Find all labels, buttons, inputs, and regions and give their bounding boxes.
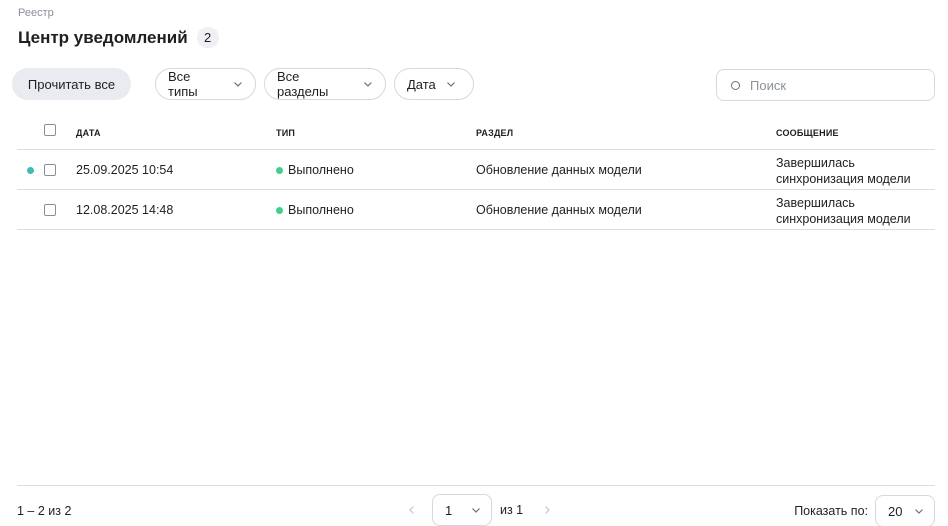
pager: 1 из 1: [400, 494, 559, 526]
row-type-label: Выполнено: [288, 203, 354, 217]
notifications-table: ДАТА ТИП РАЗДЕЛ СООБЩЕНИЕ 25.09.2025 10:…: [17, 114, 935, 230]
column-header-date[interactable]: ДАТА: [76, 128, 101, 138]
page-select[interactable]: 1: [432, 494, 492, 526]
column-header-message[interactable]: СООБЩЕНИЕ: [776, 128, 839, 138]
search-icon: [731, 80, 740, 90]
row-date: 25.09.2025 10:54: [76, 163, 174, 177]
select-all-checkbox[interactable]: [44, 124, 56, 136]
per-page-label: Показать по:: [794, 504, 868, 518]
page-title: Центр уведомлений: [18, 27, 188, 47]
column-header-section[interactable]: РАЗДЕЛ: [476, 128, 513, 138]
search-box[interactable]: [716, 69, 935, 101]
row-section: Обновление данных модели: [476, 203, 642, 217]
row-message: Завершилась синхронизация модели: [776, 155, 926, 187]
prev-page-button[interactable]: [400, 498, 424, 522]
search-input[interactable]: [750, 77, 920, 93]
next-page-button[interactable]: [535, 498, 559, 522]
title-row: Центр уведомлений 2: [18, 27, 219, 48]
toolbar: Прочитать все Все типы Все разделы Дата: [12, 68, 935, 101]
row-type: Выполнено: [276, 163, 354, 177]
sections-filter-label: Все разделы: [277, 69, 329, 99]
date-filter-label: Дата: [407, 76, 436, 92]
per-page-select[interactable]: 20: [875, 495, 935, 526]
status-dot-icon: [276, 206, 283, 214]
per-page-value: 20: [888, 503, 903, 519]
chevron-right-icon: [545, 506, 550, 514]
row-section: Обновление данных модели: [476, 163, 642, 177]
page-count-text: из 1: [500, 503, 524, 517]
row-type-label: Выполнено: [288, 163, 354, 177]
chevron-down-icon: [472, 508, 480, 513]
status-dot-icon: [276, 166, 283, 174]
row-message-line: синхронизация модели: [776, 172, 911, 186]
count-badge: 2: [196, 27, 219, 48]
chevron-down-icon: [364, 82, 372, 87]
types-filter[interactable]: Все типы: [155, 68, 256, 100]
chevron-down-icon: [915, 509, 923, 514]
row-message-line: Завершилась: [776, 156, 855, 170]
column-header-type[interactable]: ТИП: [276, 128, 295, 138]
row-checkbox[interactable]: [44, 164, 56, 176]
read-all-button[interactable]: Прочитать все: [12, 68, 131, 100]
unread-indicator: [27, 167, 34, 174]
row-checkbox[interactable]: [44, 204, 56, 216]
breadcrumb[interactable]: Реестр: [18, 7, 54, 19]
chevron-left-icon: [409, 506, 414, 514]
sections-filter[interactable]: Все разделы: [264, 68, 386, 100]
range-text: 1 – 2 из 2: [17, 504, 72, 518]
row-message: Завершилась синхронизация модели: [776, 195, 926, 227]
row-message-line: Завершилась: [776, 196, 855, 210]
row-date: 12.08.2025 14:48: [76, 203, 174, 217]
table-row[interactable]: 25.09.2025 10:54 Выполнено Обновление да…: [17, 150, 935, 190]
page-select-value: 1: [445, 502, 453, 518]
pagination-footer: 1 – 2 из 2 1 из 1 Показать по: 20: [17, 485, 935, 526]
types-filter-label: Все типы: [168, 69, 198, 99]
table-row[interactable]: 12.08.2025 14:48 Выполнено Обновление да…: [17, 190, 935, 230]
chevron-down-icon: [234, 82, 242, 87]
date-filter[interactable]: Дата: [394, 68, 474, 100]
row-type: Выполнено: [276, 203, 354, 217]
chevron-down-icon: [446, 82, 455, 87]
row-message-line: синхронизация модели: [776, 212, 911, 226]
table-header: ДАТА ТИП РАЗДЕЛ СООБЩЕНИЕ: [17, 114, 935, 150]
